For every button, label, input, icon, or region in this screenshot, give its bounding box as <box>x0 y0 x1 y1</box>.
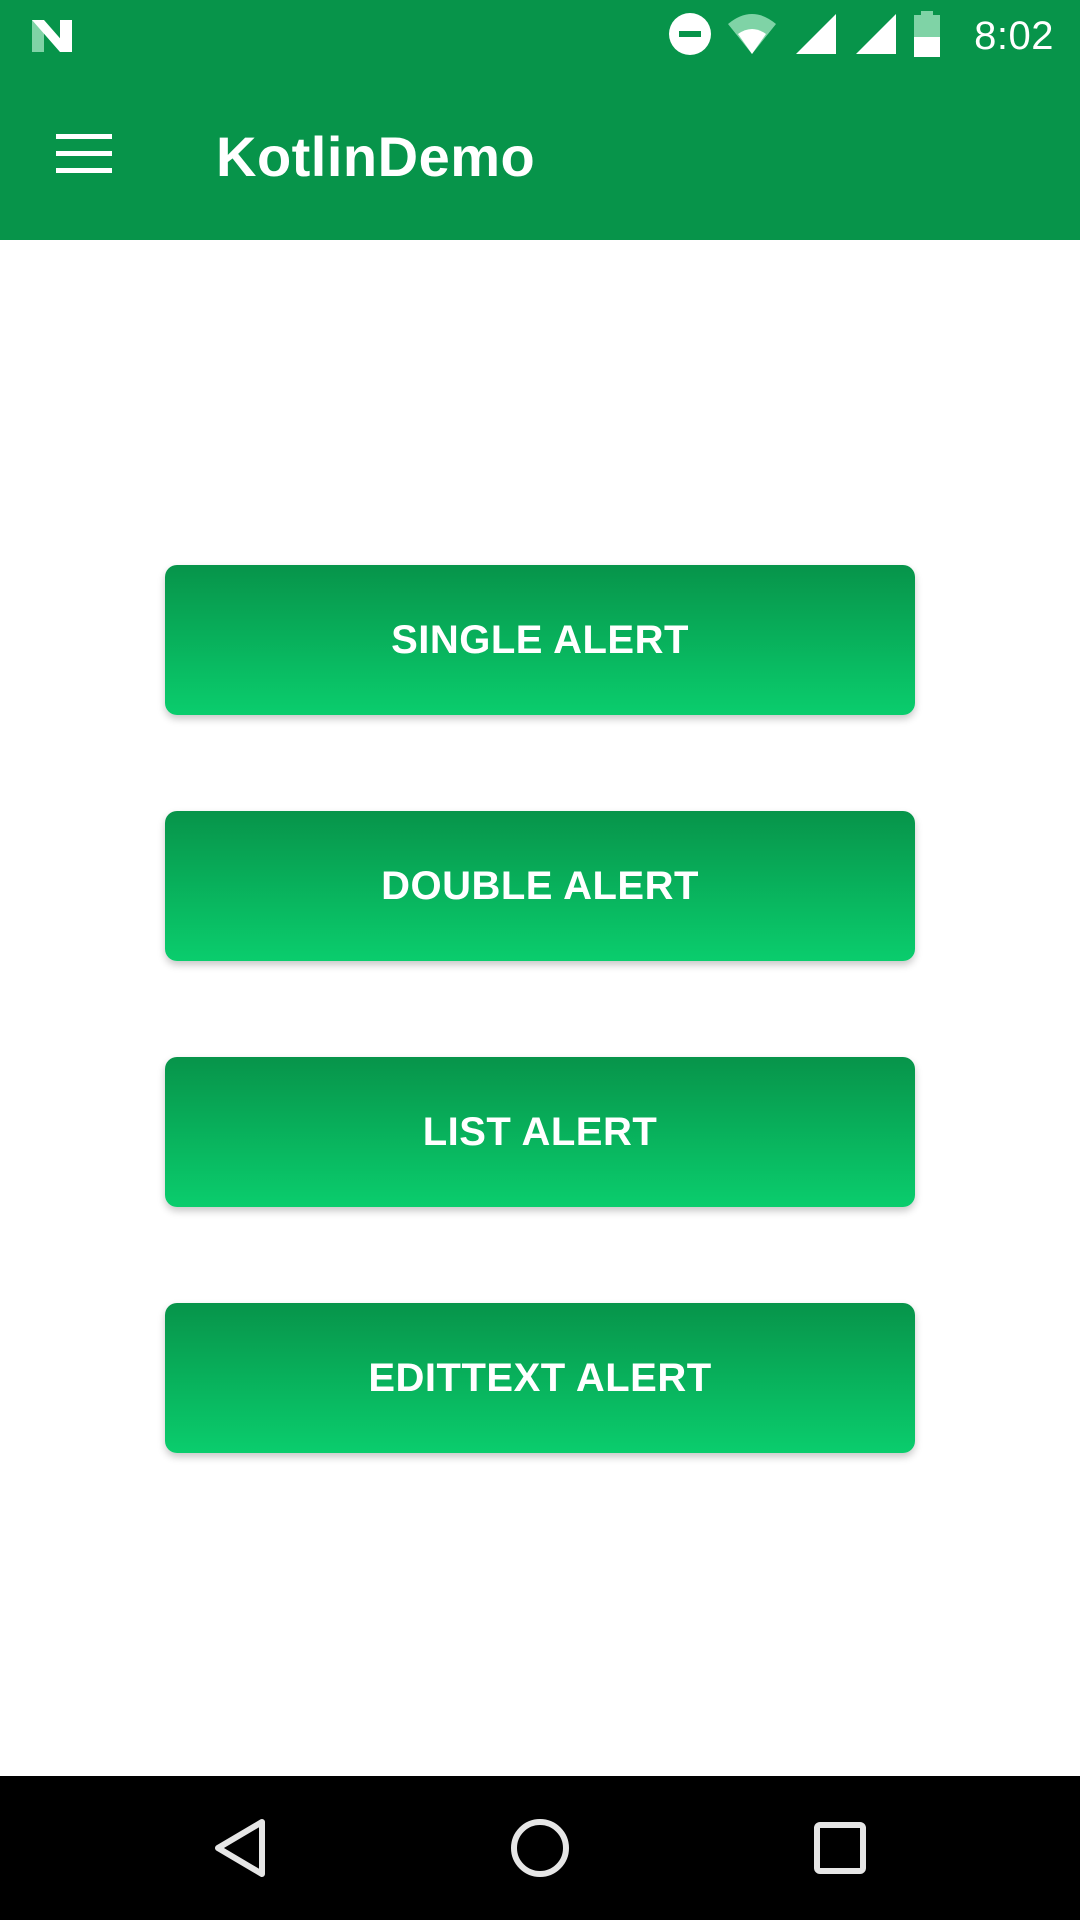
double-alert-button[interactable]: DOUBLE ALERT <box>165 811 915 961</box>
status-time: 8:02 <box>974 13 1054 58</box>
cell-signal-icon <box>852 12 898 61</box>
cell-signal-icon <box>792 12 838 61</box>
list-alert-button[interactable]: LIST ALERT <box>165 1057 915 1207</box>
wifi-icon <box>726 12 778 61</box>
app-bar: KotlinDemo <box>0 72 1080 240</box>
main-content: SINGLE ALERT DOUBLE ALERT LIST ALERT EDI… <box>0 240 1080 1776</box>
status-icons: 8:02 <box>668 10 1054 62</box>
do-not-disturb-icon <box>668 12 712 61</box>
status-bar: 8:02 <box>0 0 1080 72</box>
edittext-alert-button[interactable]: EDITTEXT ALERT <box>165 1303 915 1453</box>
recents-icon[interactable] <box>798 1806 882 1890</box>
app-title: KotlinDemo <box>216 125 536 188</box>
home-icon[interactable] <box>498 1806 582 1890</box>
battery-icon <box>912 10 942 62</box>
navigation-bar <box>0 1776 1080 1920</box>
hamburger-menu-icon[interactable] <box>56 134 112 174</box>
single-alert-button[interactable]: SINGLE ALERT <box>165 565 915 715</box>
notification-n-icon <box>28 16 76 56</box>
back-icon[interactable] <box>198 1806 282 1890</box>
